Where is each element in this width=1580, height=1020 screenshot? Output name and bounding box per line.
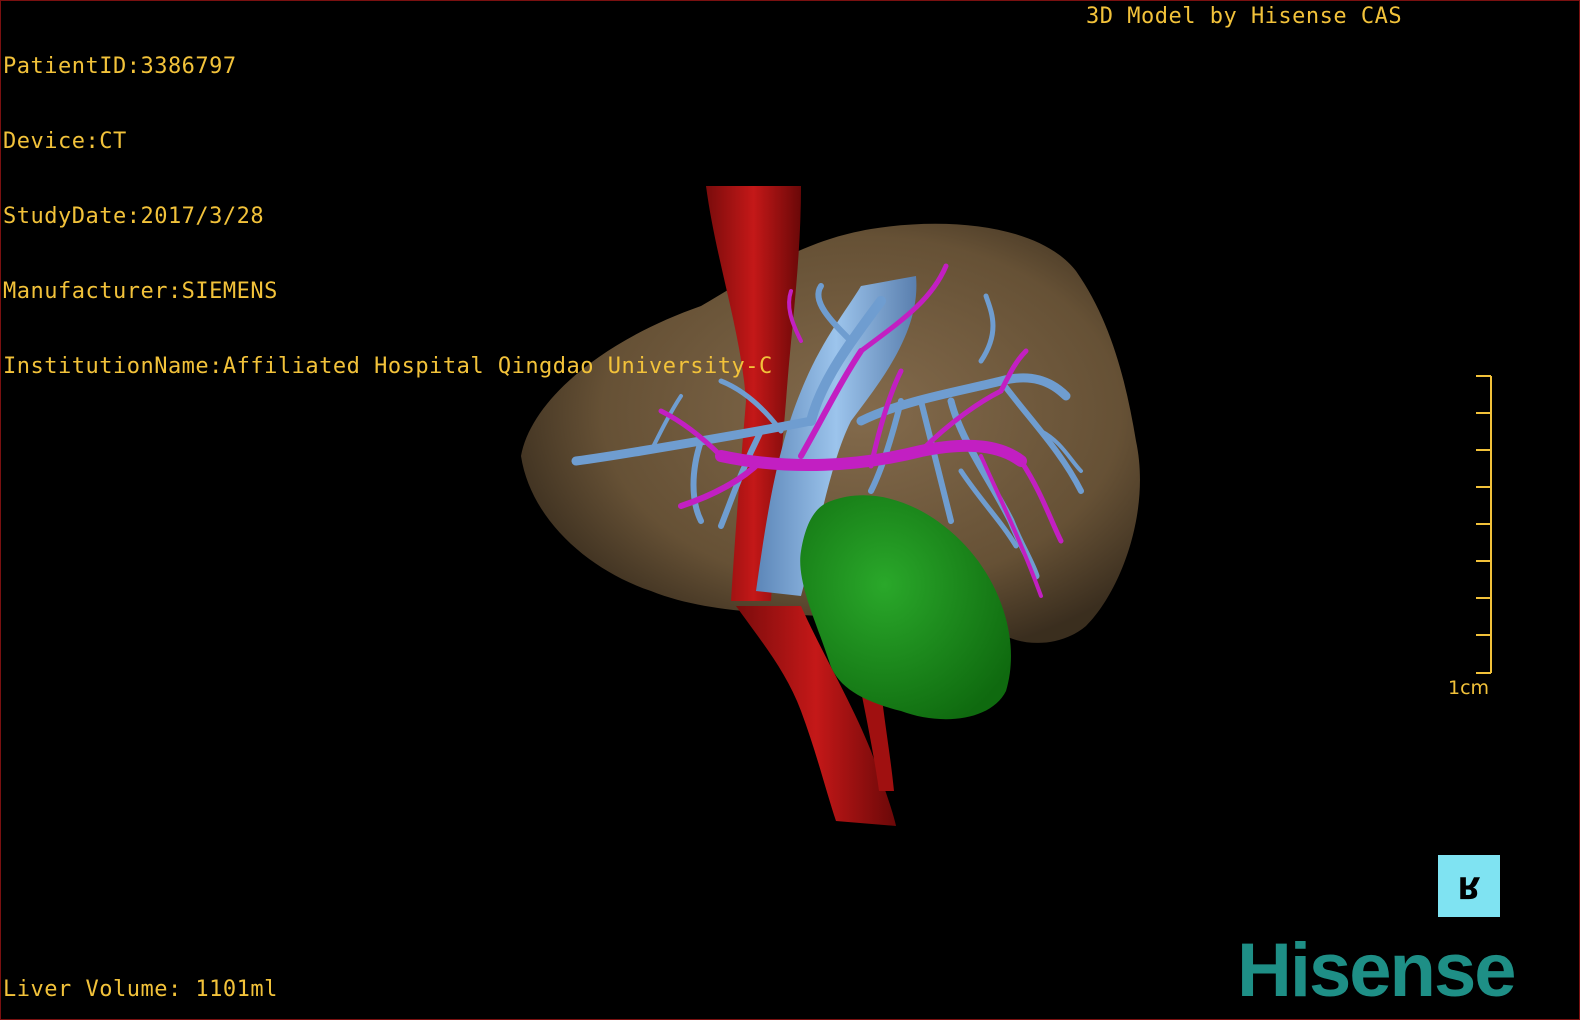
manufacturer: Manufacturer:SIEMENS: [3, 279, 278, 304]
scale-label: 1cm: [1448, 677, 1490, 699]
patient-info-panel: PatientID:3386797 Device:CT StudyDate:20…: [3, 4, 773, 429]
patient-id: PatientID:3386797: [3, 54, 237, 79]
device-type: Device:CT: [3, 129, 127, 154]
scale-bar: [1476, 375, 1492, 674]
3d-viewport[interactable]: PatientID:3386797 Device:CT StudyDate:20…: [0, 0, 1580, 1020]
liver-volume-readout: Liver Volume: 1101ml: [3, 977, 278, 1002]
hisense-logo: Hisense: [1237, 928, 1516, 1013]
study-date: StudyDate:2017/3/28: [3, 204, 265, 229]
orientation-cube-button[interactable]: R: [1438, 855, 1500, 917]
model-credit: 3D Model by Hisense CAS: [1086, 4, 1403, 29]
orientation-label: R: [1457, 868, 1481, 904]
institution-name: InstitutionName:Affiliated Hospital Qing…: [3, 354, 773, 379]
